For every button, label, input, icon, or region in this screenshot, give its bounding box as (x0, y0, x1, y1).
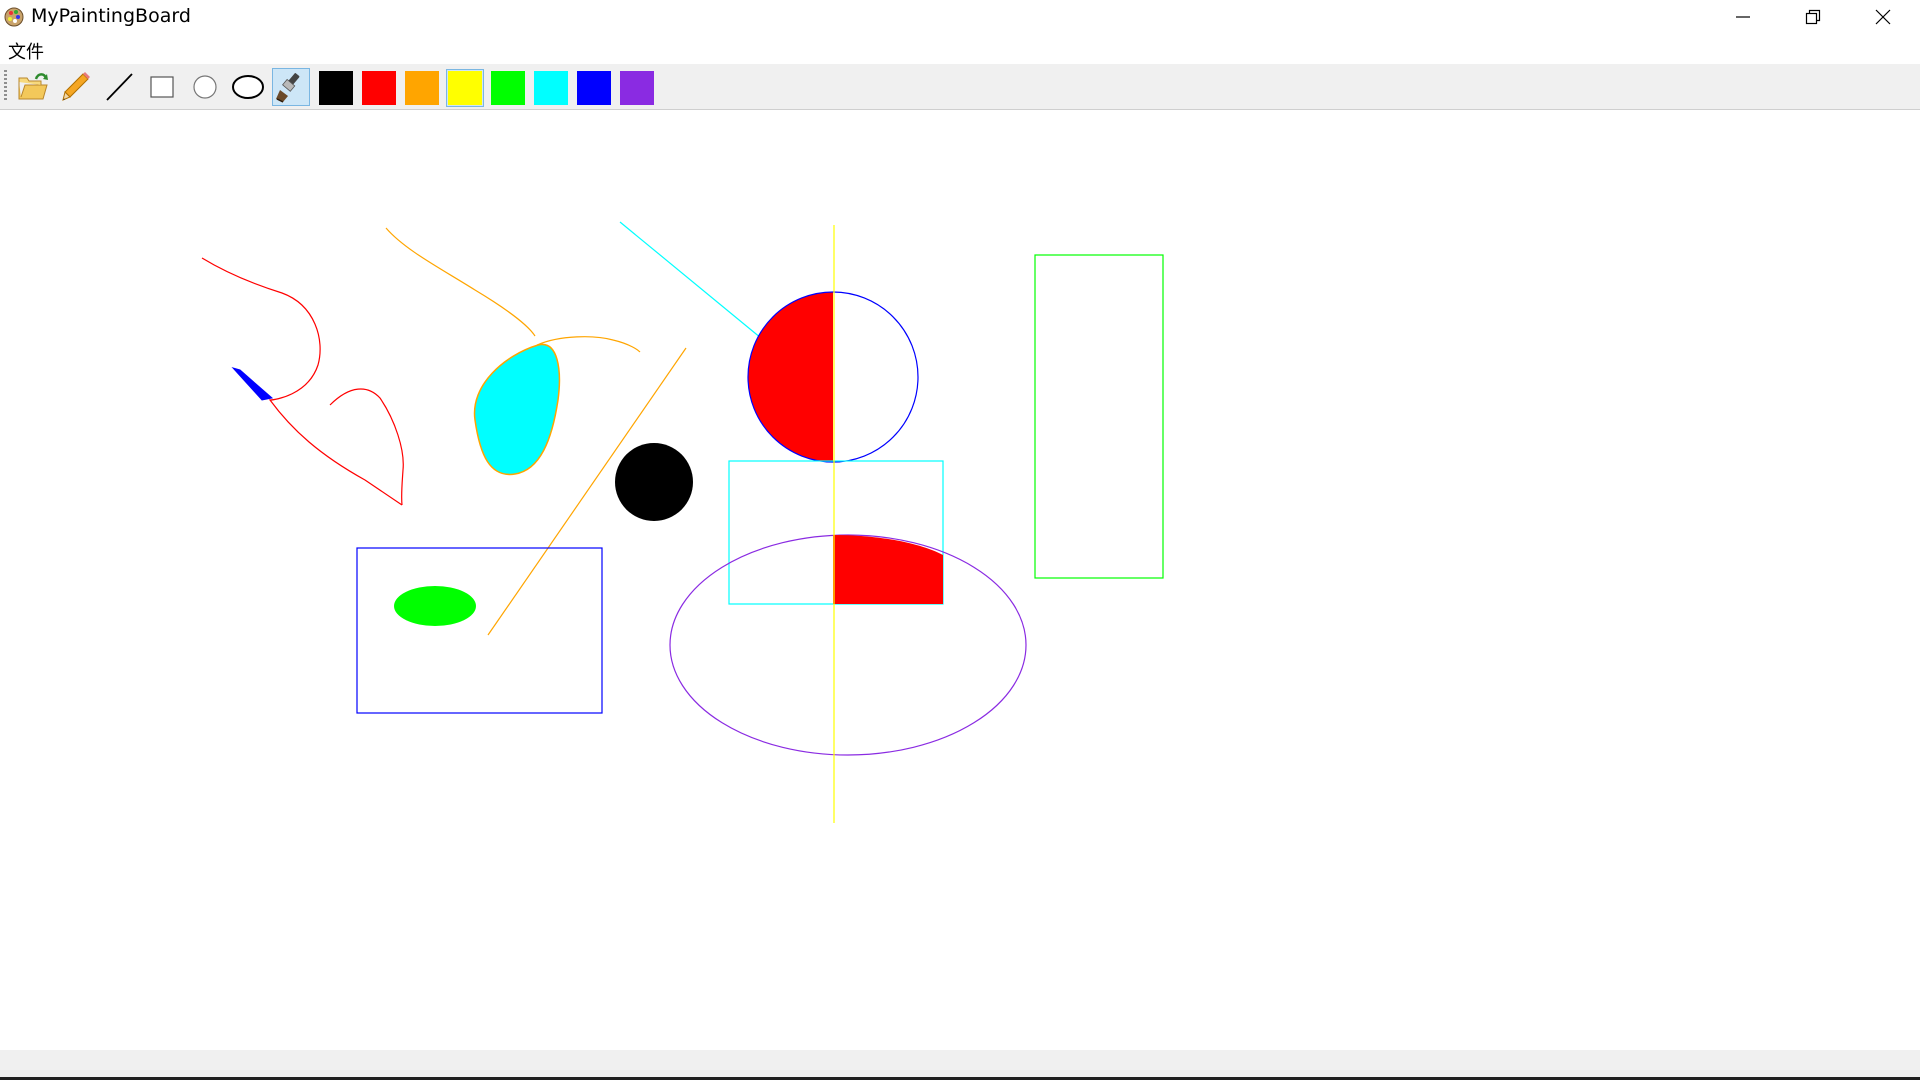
pencil-icon (62, 72, 90, 101)
line-tool-button[interactable] (100, 68, 138, 106)
open-folder-icon (18, 73, 48, 100)
blue-rectangle (356, 547, 603, 714)
close-button[interactable] (1848, 0, 1918, 34)
color-red-swatch[interactable] (360, 69, 398, 107)
green-rectangle (1034, 254, 1164, 579)
rectangle-icon (150, 76, 174, 98)
color-chip (620, 71, 654, 105)
circle-icon (193, 75, 217, 99)
close-icon (1875, 9, 1891, 25)
ellipse-tool-button[interactable] (229, 68, 267, 106)
minimize-button[interactable] (1708, 0, 1778, 34)
toolbar-grip[interactable] (4, 70, 7, 102)
color-green-swatch[interactable] (489, 69, 527, 107)
color-purple-swatch[interactable] (618, 69, 656, 107)
color-chip (405, 71, 439, 105)
color-black-swatch[interactable] (317, 69, 355, 107)
paint-brush-icon (276, 73, 300, 103)
red-half-circle-fill (748, 292, 833, 462)
restore-button[interactable] (1778, 0, 1848, 34)
title-bar: MyPaintingBoard (0, 0, 1920, 34)
circle-tool-button[interactable] (186, 68, 224, 106)
color-cyan-swatch[interactable] (532, 69, 570, 107)
color-chip (491, 71, 525, 105)
status-bar (0, 1050, 1920, 1080)
color-chip (362, 71, 396, 105)
drawing-canvas[interactable] (0, 110, 1920, 1050)
red-freehand-stroke (329, 388, 404, 506)
color-yellow-swatch[interactable] (446, 69, 484, 107)
ellipse-icon (232, 75, 264, 99)
color-chip (534, 71, 568, 105)
restore-icon (1805, 9, 1821, 25)
app-icon (4, 7, 24, 27)
rectangle-tool-button[interactable] (143, 68, 181, 106)
black-filled-circle (615, 443, 693, 521)
blue-filled-stroke (231, 367, 274, 401)
color-blue-swatch[interactable] (575, 69, 613, 107)
red-freehand-stroke (201, 257, 403, 506)
menu-bar: 文件 (0, 34, 1920, 64)
green-filled-ellipse (394, 586, 476, 626)
cyan-filled-blob (473, 343, 561, 476)
toolbar (0, 64, 1920, 110)
window-title: MyPaintingBoard (31, 5, 191, 27)
color-orange-swatch[interactable] (403, 69, 441, 107)
line-icon (106, 73, 133, 101)
pencil-tool-button[interactable] (57, 68, 95, 106)
menu-file[interactable]: 文件 (8, 38, 44, 64)
minimize-icon (1736, 16, 1750, 18)
fill-brush-tool-button[interactable] (272, 68, 310, 106)
color-chip (319, 71, 353, 105)
open-button[interactable] (14, 68, 52, 106)
color-chip (448, 71, 482, 105)
red-quarter-fill (833, 535, 943, 604)
orange-freehand-stroke (385, 227, 536, 337)
color-chip (577, 71, 611, 105)
